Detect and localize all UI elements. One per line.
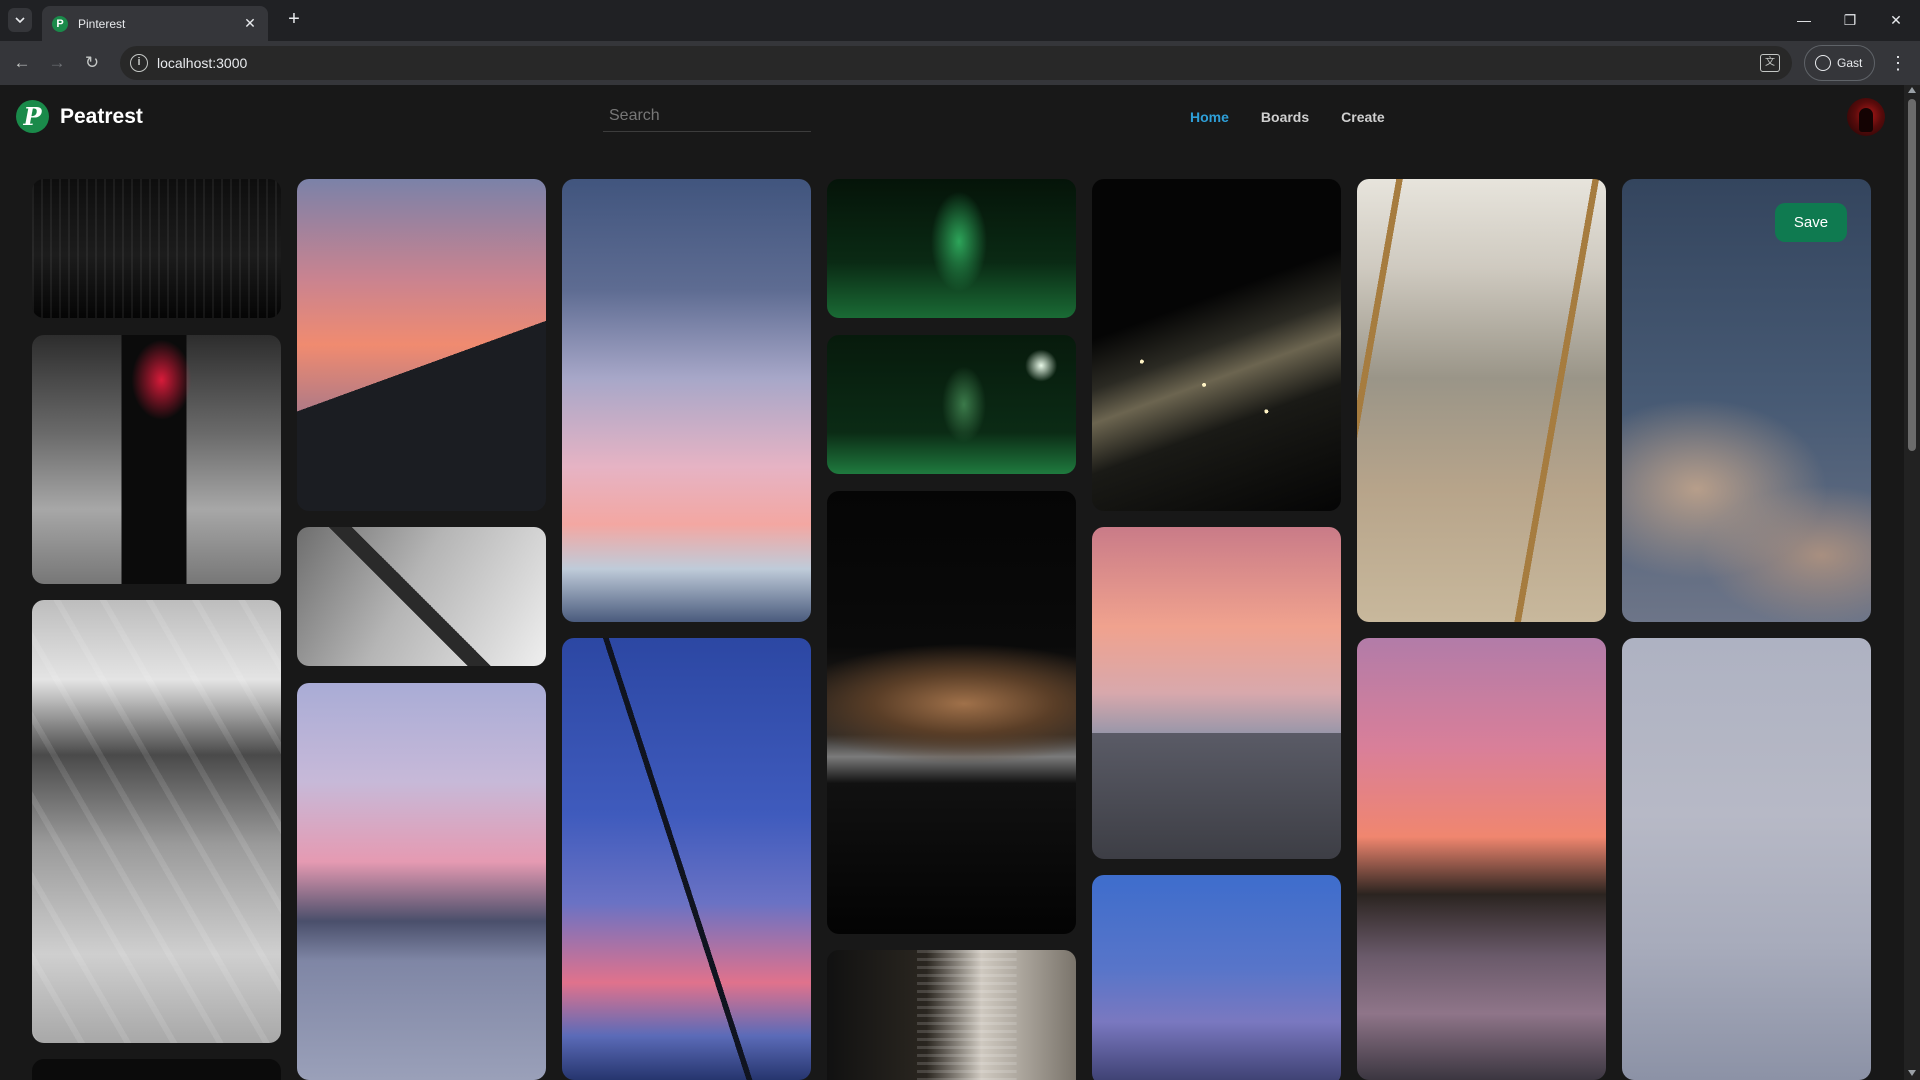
pin-evening-blue-sky[interactable] [1092, 875, 1341, 1080]
translate-icon[interactable]: 文 [1760, 54, 1780, 72]
browser-tab-bar: P Pinterest ✕ + — ❐ ✕ [0, 0, 1920, 41]
pin-sunset-houses[interactable] [1092, 527, 1341, 859]
close-icon[interactable]: ✕ [242, 15, 258, 32]
profile-label: Gast [1837, 56, 1863, 70]
pin-green-stage-performer[interactable] [827, 179, 1076, 318]
browser-tab[interactable]: P Pinterest ✕ [42, 6, 268, 41]
profile-icon [1815, 55, 1831, 71]
back-arrow-icon[interactable]: ← [10, 51, 34, 75]
nav-create[interactable]: Create [1341, 109, 1385, 125]
scroll-down-icon[interactable] [1908, 1070, 1916, 1076]
logo-letter: P [23, 102, 42, 131]
pin-dancer-red-light[interactable] [32, 335, 281, 584]
restore-icon[interactable]: ❐ [1835, 8, 1865, 32]
main-nav: Home Boards Create [1190, 109, 1385, 125]
search-input[interactable] [603, 100, 811, 132]
logo-icon[interactable]: P [16, 100, 49, 133]
tab-search-icon[interactable] [8, 8, 32, 32]
pin-pink-sunset-rooftops[interactable] [297, 179, 546, 511]
profile-button[interactable]: Gast [1804, 45, 1875, 81]
pin-river-graffiti-sunset[interactable] [297, 683, 546, 1080]
browser-toolbar: ← → ↻ i localhost:3000 文 Gast ⋮ [0, 41, 1920, 85]
scroll-thumb[interactable] [1908, 99, 1916, 451]
pin-city-lights-night[interactable] [1092, 179, 1341, 511]
reload-icon[interactable]: ↻ [80, 51, 104, 75]
plus-icon[interactable]: + [282, 8, 306, 32]
avatar[interactable] [1847, 98, 1885, 136]
scroll-up-icon[interactable] [1908, 87, 1916, 93]
close-window-icon[interactable]: ✕ [1881, 8, 1911, 32]
pin-dark-stage-curtain[interactable] [32, 179, 281, 318]
more-vertical-icon[interactable]: ⋮ [1888, 51, 1908, 75]
pin-blue-sky-clouds[interactable] [562, 179, 811, 622]
address-bar[interactable]: i localhost:3000 文 [120, 46, 1792, 80]
pin-sunset-river-boat[interactable] [1357, 638, 1606, 1080]
nav-boards[interactable]: Boards [1261, 109, 1309, 125]
pin-crane-sunset[interactable] [562, 638, 811, 1080]
pin-pale-sky[interactable] [1622, 638, 1871, 1080]
pin-art-studio-easels[interactable] [1357, 179, 1606, 622]
pin-dance-studio-mirrors[interactable] [32, 600, 281, 1043]
pin-window-blinds[interactable] [827, 950, 1076, 1080]
tab-title: Pinterest [78, 16, 126, 31]
page-scrollbar[interactable] [1904, 85, 1920, 1080]
pin-dark-image[interactable] [32, 1059, 281, 1080]
pin-green-stage-light[interactable] [827, 335, 1076, 474]
pin-dusk-clouds[interactable] [1622, 179, 1871, 622]
nav-home[interactable]: Home [1190, 109, 1229, 125]
pin-cookies-baking-tray[interactable] [827, 491, 1076, 934]
url-text[interactable]: localhost:3000 [157, 55, 247, 71]
save-button[interactable]: Save [1775, 203, 1847, 242]
minimize-icon[interactable]: — [1789, 8, 1819, 32]
page-viewport: P Peatrest Home Boards Create Save [0, 85, 1904, 1080]
favicon-icon: P [52, 15, 68, 32]
app-header: P Peatrest Home Boards Create [0, 85, 1904, 149]
forward-arrow-icon[interactable]: → [45, 51, 69, 75]
pin-white-room-sign[interactable] [297, 527, 546, 666]
site-info-icon[interactable]: i [130, 54, 148, 72]
brand-name[interactable]: Peatrest [60, 105, 143, 129]
